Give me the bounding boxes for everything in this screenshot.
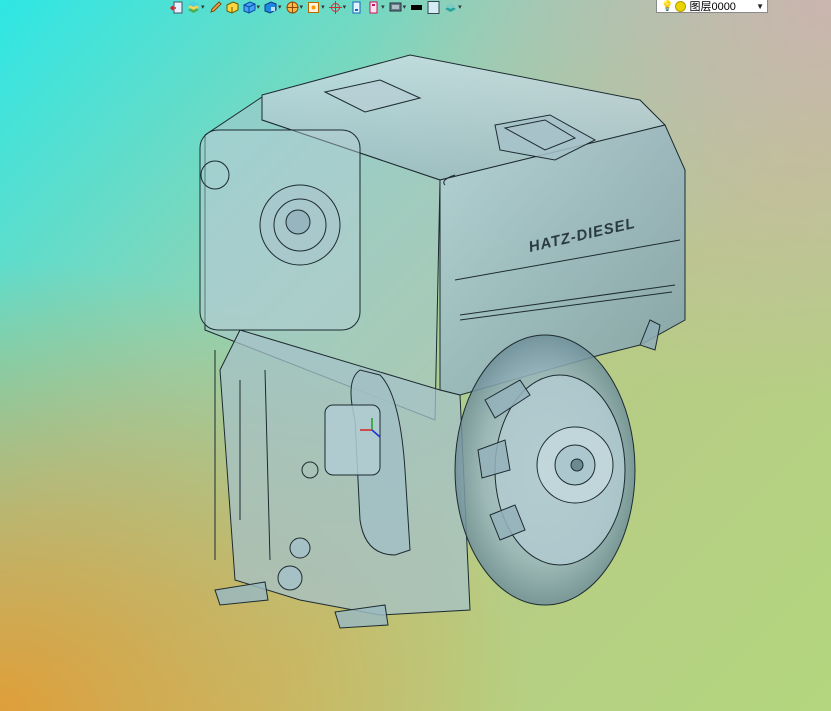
layer-stack-button[interactable]: ▾ [187, 0, 205, 14]
chevron-down-icon: ▾ [201, 3, 205, 11]
top-toolbar: ▾ ▾ ▾ ▾ ▾ ▾ ▾ ▾ ▾ [170, 0, 462, 14]
color-swatch-black-button[interactable] [410, 0, 423, 14]
color-swatch-light [427, 0, 440, 14]
layer-name: 图层0000 [689, 1, 736, 13]
engine-model [199, 54, 686, 629]
exit-button[interactable] [170, 0, 183, 14]
pencil-button[interactable] [209, 0, 222, 14]
layer-green-button[interactable]: ▾ [444, 0, 462, 14]
chevron-down-icon: ▾ [278, 3, 282, 11]
exit-icon [170, 1, 183, 13]
chevron-down-icon: ▾ [342, 3, 347, 11]
crosshair-button[interactable]: ▾ [328, 0, 347, 14]
page-button[interactable] [350, 0, 363, 14]
layer-selector[interactable]: 💡 图层0000 ▼ [656, 0, 768, 13]
sphere-section-icon [286, 1, 299, 13]
cube-shade-button[interactable]: ▾ [264, 0, 282, 14]
monitor-icon [389, 2, 402, 11]
sun-icon [675, 0, 687, 12]
chevron-down-icon: ▾ [321, 3, 325, 11]
frame-button[interactable]: ▾ [307, 0, 325, 14]
cube-blue-icon [243, 0, 256, 14]
pencil-icon [209, 0, 222, 13]
sphere-section-button[interactable]: ▾ [286, 0, 304, 14]
box-yellow-button[interactable] [226, 0, 239, 14]
layer-green-icon [445, 2, 457, 12]
chevron-down-icon: ▾ [381, 3, 385, 11]
chevron-down-icon: ▾ [402, 3, 407, 11]
chevron-down-icon: ▼ [756, 2, 764, 11]
color-swatch-black [411, 4, 423, 10]
cube-shade-icon [264, 0, 277, 14]
engine-foot-left [214, 581, 269, 606]
page-dropdown-icon [369, 1, 378, 13]
chevron-down-icon: ▾ [256, 3, 261, 11]
color-swatch-light-button[interactable] [427, 0, 440, 14]
cube-blue-button[interactable]: ▾ [243, 0, 261, 14]
lightbulb-icon: 💡 [661, 0, 674, 12]
chevron-down-icon: ▾ [299, 3, 304, 11]
layer-stack-icon [188, 1, 199, 13]
page-dropdown-button[interactable]: ▾ [367, 0, 385, 14]
chevron-down-icon: ▾ [458, 3, 462, 11]
frame-icon [308, 1, 320, 13]
crosshair-icon [328, 0, 342, 14]
page-icon [352, 1, 361, 13]
box-yellow-icon [226, 0, 239, 14]
monitor-button[interactable]: ▾ [389, 0, 407, 14]
cad-viewport[interactable]: HATZ-DIESEL [0, 0, 831, 711]
